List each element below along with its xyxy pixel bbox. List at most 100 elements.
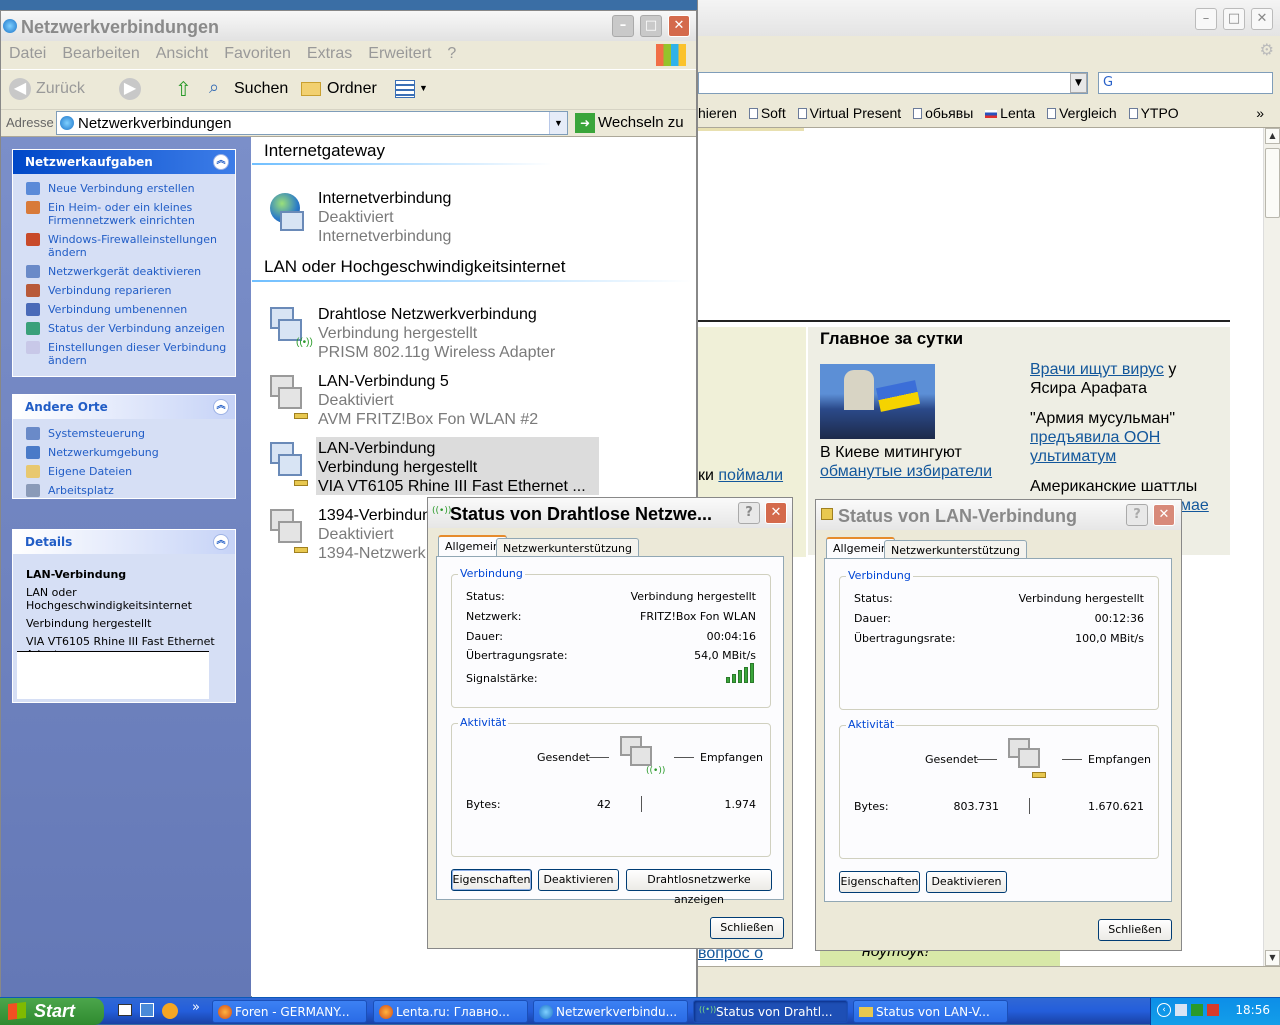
bookmark-item[interactable]: Lenta: [985, 98, 1035, 127]
taskbar-item[interactable]: Netzwerkverbindu...: [533, 1000, 688, 1023]
connection-item[interactable]: Internetverbindung Deaktiviert Internetv…: [318, 189, 451, 246]
close-button[interactable]: ✕: [1251, 8, 1273, 30]
disable-button[interactable]: Deaktivieren: [926, 871, 1007, 893]
fragment-link[interactable]: поймали: [718, 467, 783, 484]
close-button[interactable]: ✕: [765, 502, 787, 524]
bookmark-item[interactable]: обьявы: [913, 98, 973, 127]
tab-support[interactable]: Netzwerkunterstützung: [884, 540, 1027, 560]
network-tray-icon[interactable]: [1175, 1004, 1187, 1016]
collapse-icon[interactable]: ︽: [213, 154, 229, 170]
maximize-button[interactable]: □: [640, 15, 662, 37]
dialog-titlebar[interactable]: ((•)) Status von Drahtlose Netzwe... ? ✕: [428, 498, 792, 528]
menu-help[interactable]: ?: [439, 41, 464, 63]
dialog-titlebar[interactable]: Status von LAN-Verbindung ? ✕: [816, 500, 1181, 530]
scroll-up-arrow[interactable]: ▲: [1265, 128, 1280, 144]
story-link[interactable]: предъявила ООН ультиматум: [1030, 429, 1160, 465]
bookmark-item[interactable]: hieren: [698, 98, 737, 127]
connection-item[interactable]: LAN-Verbindung 5 Deaktiviert AVM FRITZ!B…: [318, 372, 538, 429]
place-my-documents[interactable]: Eigene Dateien: [26, 465, 229, 478]
task-home-network[interactable]: Ein Heim- oder ein kleines Firmennetzwer…: [26, 201, 229, 227]
connection-item[interactable]: 1394-Verbindung Deaktiviert 1394-Netzwer…: [318, 506, 428, 563]
start-button[interactable]: Start: [0, 998, 104, 1025]
chevron-right-icon[interactable]: »: [1256, 98, 1264, 127]
bookmark-item[interactable]: Soft: [748, 98, 786, 127]
properties-button[interactable]: Eigenschaften: [451, 869, 532, 891]
place-my-computer[interactable]: Arbeitsplatz: [26, 484, 229, 497]
bookmark-item[interactable]: YTPO: [1128, 98, 1179, 127]
show-desktop-icon[interactable]: [118, 1004, 132, 1016]
task-change-settings[interactable]: Einstellungen dieser Verbindung ändern: [26, 341, 229, 367]
task-rename[interactable]: Verbindung umbenennen: [26, 303, 229, 316]
vertical-scrollbar[interactable]: ▲ ▼: [1263, 128, 1280, 966]
taskbar-item[interactable]: Foren - GERMANY...: [212, 1000, 367, 1023]
go-arrow-icon[interactable]: ➜: [575, 113, 595, 133]
close-dialog-button[interactable]: Schließen: [1098, 919, 1172, 941]
clock[interactable]: 18:56: [1235, 1003, 1270, 1017]
back-button[interactable]: Zurück: [36, 80, 85, 98]
quicklaunch-icon[interactable]: [140, 1003, 154, 1017]
views-icon[interactable]: [395, 80, 415, 98]
help-button[interactable]: ?: [738, 502, 760, 524]
close-dialog-button[interactable]: Schließen: [710, 917, 784, 939]
close-button[interactable]: ✕: [1153, 504, 1175, 526]
details-header[interactable]: Details ︽: [13, 530, 235, 554]
help-button[interactable]: ?: [1126, 504, 1148, 526]
view-wireless-networks-button[interactable]: Drahtlosnetzwerke anzeigen: [626, 869, 772, 906]
chevron-left-icon[interactable]: ‹: [1157, 1003, 1171, 1017]
task-repair[interactable]: Verbindung reparieren: [26, 284, 229, 297]
news-photo[interactable]: [820, 364, 935, 439]
connection-item[interactable]: Drahtlose Netzwerkverbindung Verbindung …: [318, 305, 555, 362]
bookmark-item[interactable]: Vergleich: [1047, 98, 1117, 127]
story-link[interactable]: Врачи ищут вирус: [1030, 361, 1164, 378]
folder-up-icon[interactable]: ⇧: [175, 77, 192, 102]
other-places-header[interactable]: Andere Orte ︽: [13, 395, 235, 419]
maximize-button[interactable]: □: [1223, 8, 1245, 30]
chevron-right-icon[interactable]: »: [192, 1000, 200, 1015]
taskbar-item[interactable]: Status von LAN-V...: [853, 1000, 1008, 1023]
close-button[interactable]: ✕: [668, 15, 690, 37]
place-control-panel[interactable]: Systemsteuerung: [26, 427, 229, 440]
antivirus-tray-icon[interactable]: [1207, 1004, 1219, 1016]
connection-item-selected[interactable]: LAN-Verbindung Verbindung hergestellt VI…: [318, 439, 586, 496]
chevron-down-icon[interactable]: ▼: [419, 83, 428, 93]
taskbar-item-active[interactable]: ((•)) Status von Drahtl...: [693, 1000, 848, 1023]
folders-button[interactable]: Ordner: [327, 80, 377, 98]
search-button[interactable]: Suchen: [234, 80, 288, 98]
collapse-icon[interactable]: ︽: [213, 534, 229, 550]
tab-support[interactable]: Netzwerkunterstützung: [496, 538, 639, 558]
chevron-down-icon[interactable]: ▼: [1070, 73, 1087, 93]
task-view-status[interactable]: Status der Verbindung anzeigen: [26, 322, 229, 335]
gear-icon[interactable]: ⚙: [1260, 40, 1274, 59]
scroll-down-arrow[interactable]: ▼: [1265, 950, 1280, 966]
chevron-down-icon[interactable]: ▼: [549, 112, 567, 134]
task-disable-device[interactable]: Netzwerkgerät deaktivieren: [26, 265, 229, 278]
scroll-thumb[interactable]: [1265, 148, 1280, 218]
go-button[interactable]: Wechseln zu: [598, 114, 684, 131]
minimize-button[interactable]: –: [612, 15, 634, 37]
menu-bearbeiten[interactable]: Bearbeiten: [54, 41, 147, 63]
task-firewall[interactable]: Windows-Firewalleinstellungen ändern: [26, 233, 229, 259]
menu-favoriten[interactable]: Favoriten: [216, 41, 299, 63]
forward-arrow-icon[interactable]: ▶: [119, 78, 141, 100]
disable-button[interactable]: Deaktivieren: [538, 869, 619, 891]
explorer-titlebar[interactable]: Netzwerkverbindungen – □ ✕: [1, 11, 696, 41]
menu-extras[interactable]: Extras: [299, 41, 360, 63]
story-link[interactable]: мае: [1180, 497, 1209, 514]
photo-caption-link[interactable]: обманутые избиратели: [820, 462, 992, 481]
status-tray-icon[interactable]: [1191, 1004, 1203, 1016]
menu-erweitert[interactable]: Erweitert: [360, 41, 439, 63]
menu-datei[interactable]: Datei: [1, 41, 54, 63]
back-arrow-icon[interactable]: ◀: [9, 78, 31, 100]
url-input[interactable]: [698, 72, 1088, 94]
search-input[interactable]: G: [1098, 72, 1273, 94]
address-input[interactable]: Netzwerkverbindungen ▼: [56, 111, 568, 135]
task-new-connection[interactable]: Neue Verbindung erstellen: [26, 182, 229, 195]
network-tasks-header[interactable]: Netzwerkaufgaben ︽: [13, 150, 235, 174]
collapse-icon[interactable]: ︽: [213, 399, 229, 415]
minimize-button[interactable]: –: [1195, 8, 1217, 30]
taskbar-item[interactable]: Lenta.ru: Главно...: [373, 1000, 528, 1023]
media-player-icon[interactable]: [162, 1003, 178, 1019]
place-network[interactable]: Netzwerkumgebung: [26, 446, 229, 459]
bookmark-item[interactable]: Virtual Present: [797, 98, 901, 127]
menu-ansicht[interactable]: Ansicht: [148, 41, 216, 63]
